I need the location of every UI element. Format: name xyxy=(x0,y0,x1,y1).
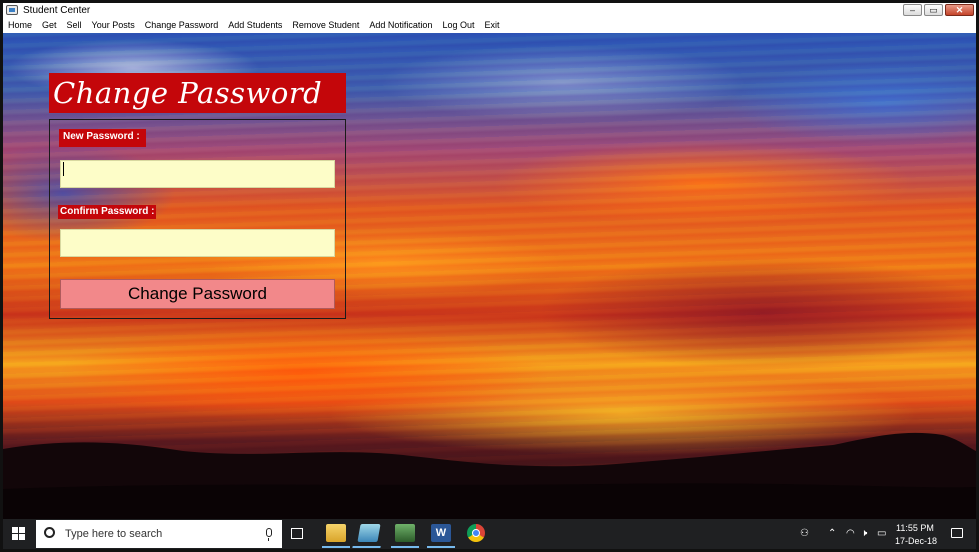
menu-item-get[interactable]: Get xyxy=(37,19,62,32)
battery-icon[interactable]: ▭ xyxy=(877,528,886,540)
cortana-icon xyxy=(44,527,55,538)
file-explorer-icon[interactable] xyxy=(322,524,350,548)
window-controls: – ▭ ✕ xyxy=(903,4,974,17)
app-icon xyxy=(6,5,18,15)
page-title: Change Password xyxy=(53,76,323,110)
start-button[interactable] xyxy=(3,519,35,549)
windows-logo-icon xyxy=(12,527,25,540)
clock-time[interactable]: 11:55 PM xyxy=(896,523,934,534)
notification-icon[interactable] xyxy=(951,528,963,538)
task-view-icon[interactable] xyxy=(291,528,303,539)
word-icon[interactable]: W xyxy=(427,524,455,548)
window-title: Student Center xyxy=(23,5,91,16)
chevron-up-icon[interactable]: ⌃ xyxy=(828,528,836,540)
menu-item-home[interactable]: Home xyxy=(3,19,37,32)
page-title-banner: Change Password xyxy=(49,73,346,113)
menu-item-log-out[interactable]: Log Out xyxy=(437,19,479,32)
change-password-button[interactable]: Change Password xyxy=(60,279,335,309)
search-placeholder: Type here to search xyxy=(65,528,163,540)
taskbar: Type here to search W ⚇ ⌃ ◠ 🕨 ▭ 11:55 PM… xyxy=(3,519,976,549)
confirm-password-input[interactable] xyxy=(60,229,335,257)
menu-item-sell[interactable]: Sell xyxy=(62,19,87,32)
hills-silhouette xyxy=(3,432,976,519)
menu-item-remove-student[interactable]: Remove Student xyxy=(287,19,364,32)
menu-item-your-posts[interactable]: Your Posts xyxy=(87,19,140,32)
menu-bar: Home Get Sell Your Posts Change Password… xyxy=(3,18,976,34)
maximize-icon[interactable]: ▭ xyxy=(924,4,943,16)
close-icon[interactable]: ✕ xyxy=(945,4,974,16)
speaker-icon[interactable]: 🕨 xyxy=(861,528,867,540)
chrome-icon[interactable] xyxy=(467,524,485,542)
microphone-icon[interactable] xyxy=(266,528,272,541)
book-app-icon[interactable] xyxy=(357,524,381,542)
title-bar: Student Center – ▭ ✕ xyxy=(3,3,976,18)
new-password-input[interactable] xyxy=(60,160,335,188)
people-icon[interactable]: ⚇ xyxy=(800,528,809,540)
confirm-password-label: Confirm Password : xyxy=(58,205,157,219)
menu-item-add-notification[interactable]: Add Notification xyxy=(364,19,437,32)
text-caret xyxy=(63,162,64,176)
menu-item-change-password[interactable]: Change Password xyxy=(140,19,224,32)
minimize-icon[interactable]: – xyxy=(903,4,922,16)
visual-studio-icon[interactable] xyxy=(391,524,419,548)
menu-item-add-students[interactable]: Add Students xyxy=(223,19,287,32)
clock-date[interactable]: 17-Dec-18 xyxy=(895,536,937,547)
menu-item-exit[interactable]: Exit xyxy=(479,19,504,32)
taskbar-search[interactable]: Type here to search xyxy=(36,520,282,548)
wifi-icon[interactable]: ◠ xyxy=(846,528,855,540)
new-password-label: New Password : xyxy=(59,129,146,147)
